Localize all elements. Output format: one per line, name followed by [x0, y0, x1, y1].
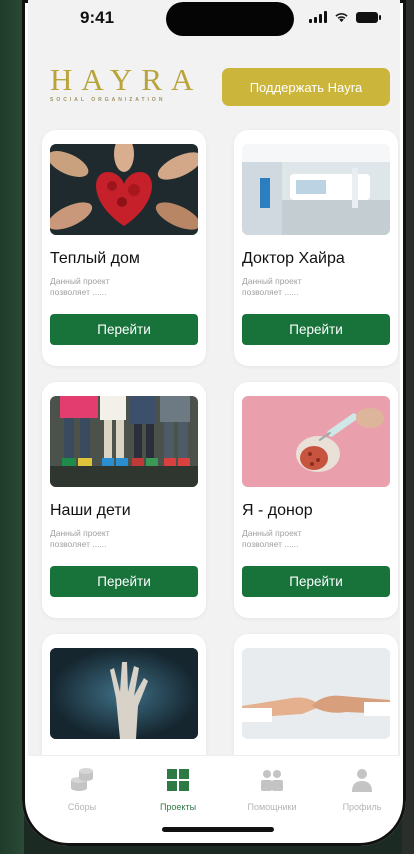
project-card[interactable]: Наши дети Данный проект позволяет ......…	[42, 382, 206, 618]
project-image-our-children	[50, 396, 198, 487]
wifi-icon	[335, 13, 348, 22]
project-title: Я - донор	[242, 502, 313, 519]
tab-label: Профиль	[342, 802, 382, 812]
project-image-donor	[242, 396, 390, 487]
project-description: Данный проект позволяет ......	[50, 276, 110, 297]
project-image-hand	[50, 648, 198, 739]
tab-label: Сборы	[67, 802, 97, 812]
tab-collections[interactable]: Сборы	[42, 768, 122, 812]
dynamic-island	[166, 2, 294, 36]
background-left	[0, 0, 24, 854]
tab-label: Помощники	[247, 802, 297, 812]
project-title: Доктор Хайра	[242, 250, 345, 267]
status-bar: 9:41	[28, 0, 400, 44]
go-button[interactable]: Перейти	[50, 566, 198, 597]
signal-icon	[309, 11, 327, 23]
project-image-warm-home	[50, 144, 198, 235]
project-description: Данный проект позволяет ......	[242, 276, 302, 297]
tab-profile[interactable]: Профиль	[322, 768, 400, 812]
project-description: Данный проект позволяет ......	[50, 528, 110, 549]
home-indicator	[162, 827, 274, 832]
project-card[interactable]: Доктор Хайра Данный проект позволяет ...…	[234, 130, 398, 366]
tab-projects[interactable]: Проекты	[138, 768, 218, 812]
status-icons	[309, 11, 381, 23]
project-description: Данный проект позволяет ......	[242, 528, 302, 549]
logo-title: HAYRA	[50, 62, 203, 97]
hayra-logo: HAYRA SOCIAL ORGANIZATION	[50, 62, 203, 104]
tab-helpers[interactable]: Помощники	[232, 768, 312, 812]
app-header: HAYRA SOCIAL ORGANIZATION Поддержать Hay…	[28, 60, 400, 110]
battery-icon	[356, 12, 381, 23]
go-button[interactable]: Перейти	[242, 566, 390, 597]
status-time: 9:41	[80, 8, 115, 27]
go-button[interactable]: Перейти	[50, 314, 198, 345]
project-title: Наши дети	[50, 502, 131, 519]
project-card[interactable]: Теплый дом Данный проект позволяет .....…	[42, 130, 206, 366]
people-icon	[261, 770, 283, 791]
go-button[interactable]: Перейти	[242, 314, 390, 345]
project-title: Теплый дом	[50, 250, 140, 267]
support-hayra-button[interactable]: Поддержать Hayra	[222, 68, 390, 106]
grid-icon	[167, 769, 189, 791]
phone-frame: 9:41 HAYRA SOCIAL ORGANIZATION Поддержат…	[22, 0, 406, 846]
person-icon	[352, 769, 372, 792]
project-card[interactable]: Я - донор Данный проект позволяет ......…	[234, 382, 398, 618]
tab-label: Проекты	[159, 802, 197, 812]
bottom-tab-bar: Сборы Проекты Помощники Профиль	[28, 755, 400, 840]
logo-subtitle: SOCIAL ORGANIZATION	[50, 97, 166, 103]
coins-icon	[71, 768, 93, 791]
app-screen: 9:41 HAYRA SOCIAL ORGANIZATION Поддержат…	[28, 0, 400, 840]
project-image-handshake	[242, 648, 390, 739]
project-image-doctor	[242, 144, 390, 235]
